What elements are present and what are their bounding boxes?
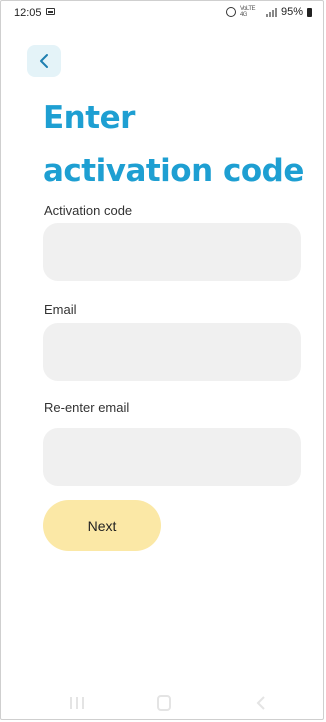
- next-button[interactable]: Next: [43, 500, 161, 551]
- back-icon[interactable]: [256, 695, 266, 711]
- recents-icon[interactable]: [70, 697, 84, 709]
- email-input[interactable]: [43, 323, 301, 381]
- email-label: Email: [44, 302, 77, 317]
- page-title: Enter activation code: [43, 92, 313, 198]
- signal-icon: [265, 7, 277, 17]
- gallery-notification-icon: [46, 8, 55, 15]
- status-icons: VoLTE 4G 95%: [225, 6, 312, 18]
- status-time: 12:05: [14, 7, 42, 19]
- status-bar: 12:05 VoLTE 4G 95%: [0, 0, 326, 26]
- navigation-bar: [0, 686, 326, 720]
- page-title-line-1: Enter: [43, 100, 135, 136]
- home-icon[interactable]: [157, 695, 171, 711]
- battery-icon: [307, 7, 312, 17]
- activation-code-label: Activation code: [44, 203, 133, 218]
- reenter-email-input[interactable]: [43, 428, 301, 486]
- reenter-email-label: Re-enter email: [44, 400, 130, 415]
- page-title-line-2: activation code: [43, 153, 304, 189]
- alarm-icon: [225, 7, 236, 17]
- network-type-icon: VoLTE 4G: [239, 6, 256, 18]
- chevron-left-icon: [40, 54, 48, 68]
- back-button[interactable]: [27, 45, 61, 77]
- battery-percentage: 95%: [280, 6, 303, 18]
- activation-code-input[interactable]: [43, 223, 301, 281]
